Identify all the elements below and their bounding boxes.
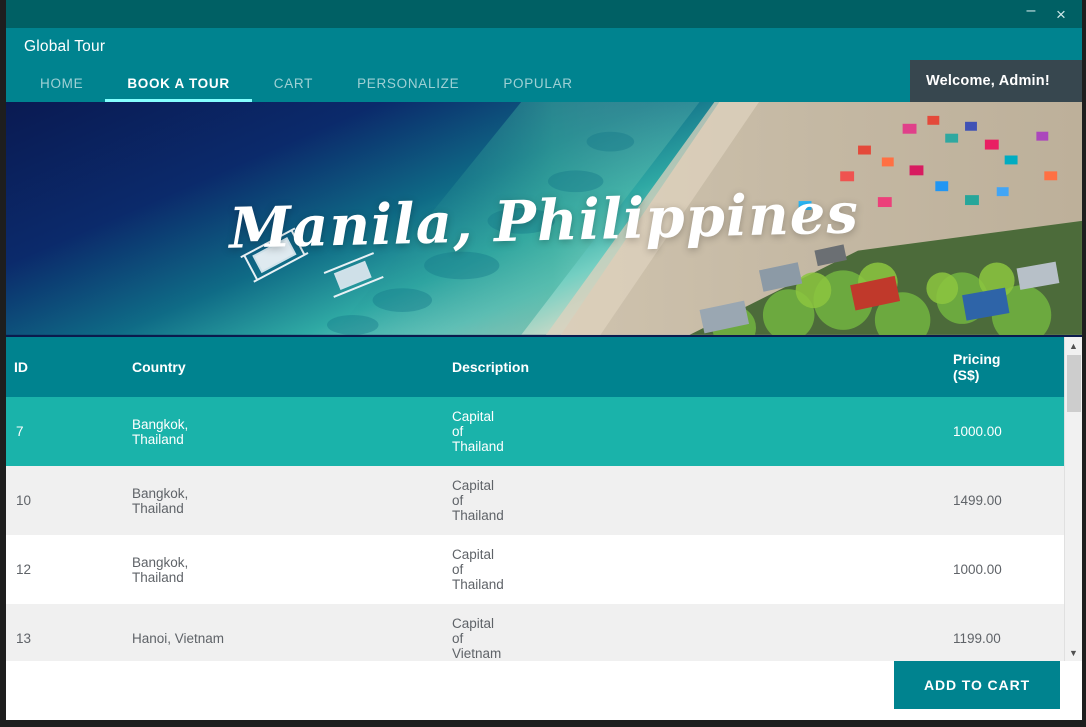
cell-pricing: 1499.00 bbox=[480, 466, 1002, 535]
column-header-pricing[interactable]: Pricing (S$) bbox=[480, 337, 1000, 397]
scroll-down-icon[interactable]: ▼ bbox=[1065, 644, 1082, 661]
tab-personalize[interactable]: PERSONALIZE bbox=[335, 64, 481, 102]
cell-country: Bangkok, Thailand bbox=[70, 535, 230, 604]
tab-cart[interactable]: CART bbox=[252, 64, 335, 102]
table-row[interactable]: 12 Bangkok, Thailand Capital of Thailand 10… bbox=[6, 535, 1082, 604]
cell-country: Bangkok, Thailand bbox=[70, 397, 230, 466]
table-header-row: ID Country Description Pricing (S$) Dura… bbox=[6, 337, 1082, 397]
table-footer: ADD TO CART bbox=[6, 661, 1082, 720]
close-icon[interactable]: × bbox=[1046, 0, 1076, 28]
column-header-id[interactable]: ID bbox=[6, 337, 70, 397]
cell-id: 10 bbox=[6, 466, 70, 535]
application-window: – × Global Tour HOME BOOK A TOUR CART PE… bbox=[0, 0, 1086, 727]
tours-table-head: ID Country Description Pricing (S$) Dura… bbox=[6, 337, 1082, 397]
tours-table: ID Country Description Pricing (S$) Dura… bbox=[6, 337, 1082, 673]
cell-pricing: 1000.00 bbox=[480, 397, 1002, 466]
table-scrollbar[interactable]: ▲ ▼ bbox=[1064, 337, 1082, 661]
cell-description: Capital of Thailand bbox=[230, 466, 504, 535]
scroll-up-icon[interactable]: ▲ bbox=[1065, 337, 1082, 354]
table-row[interactable]: 10 Bangkok, Thailand Capital of Thailand 14… bbox=[6, 466, 1082, 535]
tab-home-label: HOME bbox=[40, 75, 84, 91]
add-to-cart-button[interactable]: ADD TO CART bbox=[894, 661, 1060, 709]
tab-home[interactable]: HOME bbox=[18, 64, 105, 102]
column-header-description[interactable]: Description bbox=[230, 337, 529, 397]
tours-table-body: 7 Bangkok, Thailand Capital of Thailand 100… bbox=[6, 397, 1082, 673]
tab-popular-label: POPULAR bbox=[503, 75, 573, 91]
scrollbar-thumb[interactable] bbox=[1067, 355, 1081, 412]
window-titlebar: – × bbox=[6, 0, 1082, 28]
table-row[interactable]: 7 Bangkok, Thailand Capital of Thailand 100… bbox=[6, 397, 1082, 466]
column-header-country[interactable]: Country bbox=[70, 337, 230, 397]
cell-description: Capital of Thailand bbox=[230, 535, 504, 604]
hero-banner: Manila, Philippines bbox=[6, 102, 1082, 337]
tab-book-a-tour[interactable]: BOOK A TOUR bbox=[105, 64, 253, 102]
cell-id: 12 bbox=[6, 535, 70, 604]
cell-description: Capital of Thailand bbox=[230, 397, 504, 466]
minimize-icon[interactable]: – bbox=[1016, 0, 1046, 32]
app-title: Global Tour bbox=[24, 38, 106, 55]
tab-popular[interactable]: POPULAR bbox=[481, 64, 594, 102]
welcome-message: Welcome, Admin! bbox=[926, 73, 1050, 89]
welcome-panel: Welcome, Admin! bbox=[910, 60, 1082, 102]
cell-country: Bangkok, Thailand bbox=[70, 466, 230, 535]
tab-personalize-label: PERSONALIZE bbox=[357, 75, 460, 91]
tab-cart-label: CART bbox=[273, 75, 314, 91]
app-header: Global Tour HOME BOOK A TOUR CART PERSON… bbox=[6, 28, 1082, 102]
cell-pricing: 1000.00 bbox=[480, 535, 1002, 604]
tab-book-a-tour-label: BOOK A TOUR bbox=[127, 75, 230, 91]
cell-id: 7 bbox=[6, 397, 70, 466]
main-navigation: HOME BOOK A TOUR CART PERSONALIZE POPULA… bbox=[18, 64, 595, 102]
